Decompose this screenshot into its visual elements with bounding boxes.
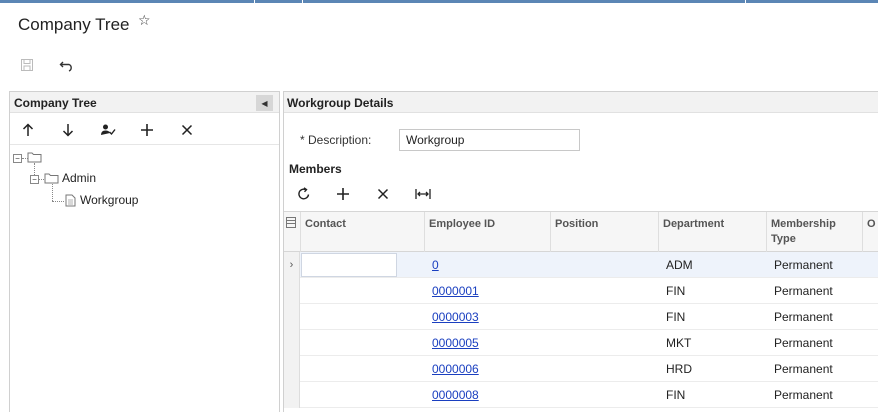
cell-department[interactable]: FIN — [662, 278, 766, 304]
assign-user-button[interactable] — [98, 121, 118, 139]
employee-id-link[interactable]: 0000008 — [432, 388, 479, 402]
tree-panel-header: Company Tree ◀ — [10, 92, 279, 113]
column-header-overflow[interactable]: O — [862, 212, 878, 252]
members-grid: Contact Employee ID Position Department … — [284, 211, 878, 408]
description-field[interactable] — [399, 129, 580, 151]
row-selector[interactable]: › — [284, 252, 300, 278]
tree-toolbar — [10, 113, 279, 145]
table-row[interactable]: 0000008 FIN Permanent — [284, 382, 878, 408]
members-title: Members — [289, 162, 342, 176]
cell-position[interactable] — [550, 330, 658, 356]
workgroup-details-panel: Workgroup Details * Description: Members… — [283, 91, 878, 412]
move-up-icon — [22, 123, 34, 136]
employee-id-link[interactable]: 0 — [432, 258, 439, 272]
tree-toggle-admin[interactable]: − — [30, 175, 39, 184]
row-selector[interactable] — [284, 304, 300, 330]
cell-contact[interactable] — [300, 252, 424, 278]
cell-position[interactable] — [550, 382, 658, 408]
table-row[interactable]: 0000003 FIN Permanent — [284, 304, 878, 330]
cell-department[interactable]: HRD — [662, 356, 766, 382]
delete-icon — [377, 188, 389, 200]
user-check-icon — [101, 124, 116, 136]
cell-position[interactable] — [550, 278, 658, 304]
cell-membership-type[interactable]: Permanent — [770, 382, 862, 408]
cell-contact[interactable] — [300, 382, 424, 408]
cell-position[interactable] — [550, 252, 658, 278]
star-outline-icon[interactable]: ☆ — [138, 12, 151, 29]
add-node-button[interactable] — [137, 121, 157, 139]
details-panel-header: Workgroup Details — [284, 92, 878, 113]
fit-columns-button[interactable] — [412, 185, 434, 203]
page-title: Company Tree — [18, 15, 130, 34]
row-selector[interactable] — [284, 382, 300, 408]
save-icon — [21, 59, 33, 71]
employee-id-link[interactable]: 0000005 — [432, 336, 479, 350]
column-header-employee-id[interactable]: Employee ID — [424, 212, 550, 252]
tree-node-admin[interactable]: Admin — [62, 171, 96, 185]
cell-position[interactable] — [550, 356, 658, 382]
table-row[interactable]: 0000005 MKT Permanent — [284, 330, 878, 356]
folder-icon — [44, 173, 59, 184]
employee-id-link[interactable]: 0000006 — [432, 362, 479, 376]
add-icon — [337, 188, 349, 200]
tree-toggle-root[interactable]: − — [13, 154, 22, 163]
delete-member-button[interactable] — [372, 185, 394, 203]
undo-icon — [59, 61, 72, 72]
cell-contact[interactable] — [300, 356, 424, 382]
cell-contact[interactable] — [300, 330, 424, 356]
move-down-icon — [62, 124, 74, 137]
description-label: * Description: — [300, 133, 372, 147]
cell-membership-type[interactable]: Permanent — [770, 278, 862, 304]
company-tree-panel: Company Tree ◀ − − Admin Workgroup — [9, 91, 280, 412]
details-panel-title: Workgroup Details — [287, 96, 394, 110]
cell-membership-type[interactable]: Permanent — [770, 356, 862, 382]
document-icon — [65, 194, 76, 207]
cell-membership-type[interactable]: Permanent — [770, 304, 862, 330]
column-header-position[interactable]: Position — [550, 212, 658, 252]
column-header-membership-type[interactable]: Membership Type — [766, 212, 862, 252]
save-button[interactable] — [17, 56, 37, 74]
tree-node-workgroup[interactable]: Workgroup — [80, 193, 138, 207]
table-row[interactable]: › 0 ADM Permanent — [284, 252, 878, 278]
add-member-button[interactable] — [332, 185, 354, 203]
tree-panel-title: Company Tree — [14, 96, 97, 110]
row-selector[interactable] — [284, 278, 300, 304]
cell-membership-type[interactable]: Permanent — [770, 252, 862, 278]
fit-columns-icon — [415, 189, 431, 199]
table-row[interactable]: 0000006 HRD Permanent — [284, 356, 878, 382]
folder-icon — [27, 152, 42, 163]
cell-department[interactable]: ADM — [662, 252, 766, 278]
move-up-button[interactable] — [18, 121, 38, 139]
employee-id-link[interactable]: 0000001 — [432, 284, 479, 298]
top-accent-bar — [0, 0, 878, 3]
column-header-contact[interactable]: Contact — [300, 212, 424, 252]
cell-position[interactable] — [550, 304, 658, 330]
cell-department[interactable]: MKT — [662, 330, 766, 356]
column-header-department[interactable]: Department — [658, 212, 766, 252]
row-selector[interactable] — [284, 330, 300, 356]
delete-icon — [181, 124, 193, 136]
grid-header: Contact Employee ID Position Department … — [284, 211, 878, 252]
row-selector[interactable] — [284, 356, 300, 382]
cell-membership-type[interactable]: Permanent — [770, 330, 862, 356]
cell-department[interactable]: FIN — [662, 304, 766, 330]
grid-body: › 0 ADM Permanent 0000001 FIN Permanent 0000003… — [284, 252, 878, 408]
cell-contact[interactable] — [300, 278, 424, 304]
refresh-icon — [298, 187, 310, 200]
employee-id-link[interactable]: 0000003 — [432, 310, 479, 324]
grid-settings-icon[interactable] — [284, 212, 300, 252]
table-row[interactable]: 0000001 FIN Permanent — [284, 278, 878, 304]
add-icon — [141, 124, 153, 136]
undo-button[interactable] — [57, 56, 77, 74]
move-down-button[interactable] — [58, 121, 78, 139]
collapse-panel-button[interactable]: ◀ — [256, 95, 273, 111]
delete-node-button[interactable] — [177, 121, 197, 139]
refresh-button[interactable] — [293, 185, 315, 203]
cell-contact[interactable] — [300, 304, 424, 330]
cell-department[interactable]: FIN — [662, 382, 766, 408]
